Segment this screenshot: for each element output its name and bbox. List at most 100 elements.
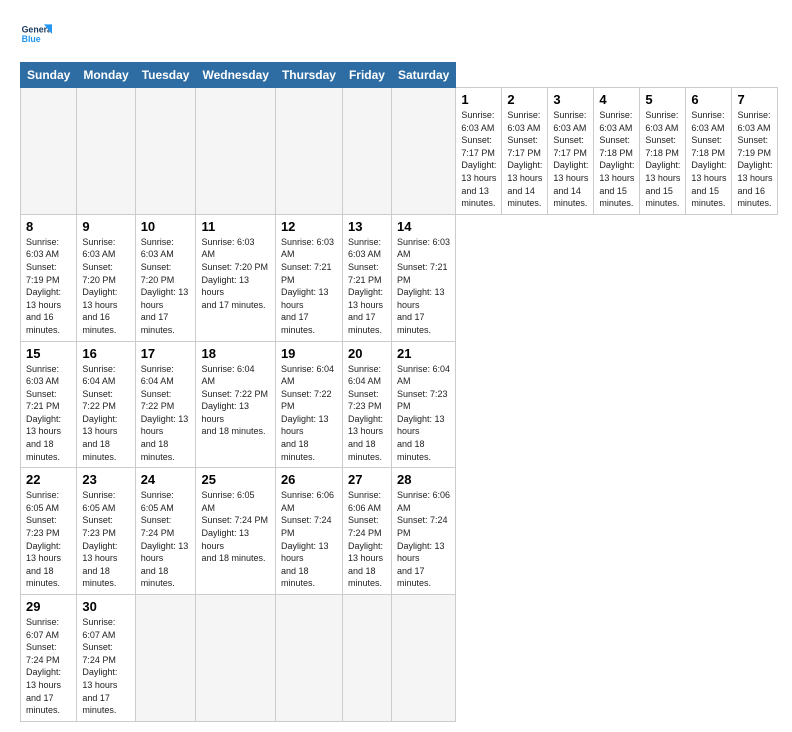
- calendar-cell: 10 Sunrise: 6:03 AMSunset: 7:20 PMDayligh…: [135, 214, 196, 341]
- day-info: Sunrise: 6:03 AMSunset: 7:19 PMDaylight:…: [737, 110, 772, 208]
- day-info: Sunrise: 6:06 AMSunset: 7:24 PMDaylight:…: [348, 490, 383, 588]
- calendar-cell: 26 Sunrise: 6:06 AMSunset: 7:24 PMDayligh…: [275, 468, 342, 595]
- day-number: 15: [26, 346, 71, 361]
- day-info: Sunrise: 6:05 AMSunset: 7:24 PMDaylight:…: [201, 490, 268, 563]
- day-number: 20: [348, 346, 386, 361]
- day-number: 3: [553, 92, 588, 107]
- header: General Blue: [20, 18, 772, 50]
- calendar-cell: 27 Sunrise: 6:06 AMSunset: 7:24 PMDayligh…: [342, 468, 391, 595]
- day-info: Sunrise: 6:07 AMSunset: 7:24 PMDaylight:…: [26, 617, 61, 715]
- day-number: 22: [26, 472, 71, 487]
- day-number: 4: [599, 92, 634, 107]
- day-info: Sunrise: 6:04 AMSunset: 7:23 PMDaylight:…: [397, 364, 450, 462]
- day-info: Sunrise: 6:03 AMSunset: 7:17 PMDaylight:…: [507, 110, 542, 208]
- calendar-cell: 18 Sunrise: 6:04 AMSunset: 7:22 PMDayligh…: [196, 341, 275, 468]
- calendar-table: Sunday Monday Tuesday Wednesday Thursday…: [20, 62, 778, 722]
- day-number: 13: [348, 219, 386, 234]
- calendar-cell: [135, 595, 196, 722]
- day-number: 24: [141, 472, 191, 487]
- day-number: 7: [737, 92, 772, 107]
- day-number: 26: [281, 472, 337, 487]
- calendar-cell: [77, 88, 135, 215]
- calendar-cell: 20 Sunrise: 6:04 AMSunset: 7:23 PMDayligh…: [342, 341, 391, 468]
- day-info: Sunrise: 6:05 AMSunset: 7:23 PMDaylight:…: [26, 490, 61, 588]
- calendar-cell: [342, 88, 391, 215]
- day-info: Sunrise: 6:06 AMSunset: 7:24 PMDaylight:…: [397, 490, 450, 588]
- calendar-cell: 2 Sunrise: 6:03 AMSunset: 7:17 PMDaylight…: [502, 88, 548, 215]
- day-info: Sunrise: 6:03 AMSunset: 7:19 PMDaylight:…: [26, 237, 61, 335]
- calendar-cell: 6 Sunrise: 6:03 AMSunset: 7:18 PMDaylight…: [686, 88, 732, 215]
- day-number: 17: [141, 346, 191, 361]
- weekday-header-row: Sunday Monday Tuesday Wednesday Thursday…: [21, 63, 778, 88]
- logo: General Blue: [20, 18, 52, 50]
- day-number: 25: [201, 472, 269, 487]
- day-info: Sunrise: 6:03 AMSunset: 7:20 PMDaylight:…: [82, 237, 117, 335]
- day-info: Sunrise: 6:03 AMSunset: 7:18 PMDaylight:…: [645, 110, 680, 208]
- day-number: 28: [397, 472, 450, 487]
- calendar-cell: 19 Sunrise: 6:04 AMSunset: 7:22 PMDayligh…: [275, 341, 342, 468]
- calendar-cell: 16 Sunrise: 6:04 AMSunset: 7:22 PMDayligh…: [77, 341, 135, 468]
- calendar-cell: 25 Sunrise: 6:05 AMSunset: 7:24 PMDayligh…: [196, 468, 275, 595]
- day-info: Sunrise: 6:05 AMSunset: 7:23 PMDaylight:…: [82, 490, 117, 588]
- day-number: 19: [281, 346, 337, 361]
- day-info: Sunrise: 6:07 AMSunset: 7:24 PMDaylight:…: [82, 617, 117, 715]
- calendar-cell: [196, 88, 275, 215]
- day-info: Sunrise: 6:03 AMSunset: 7:20 PMDaylight:…: [201, 237, 268, 310]
- day-info: Sunrise: 6:03 AMSunset: 7:18 PMDaylight:…: [691, 110, 726, 208]
- calendar-cell: [21, 88, 77, 215]
- header-sunday: Sunday: [21, 63, 77, 88]
- calendar-cell: 28 Sunrise: 6:06 AMSunset: 7:24 PMDayligh…: [391, 468, 455, 595]
- day-number: 6: [691, 92, 726, 107]
- day-number: 2: [507, 92, 542, 107]
- header-wednesday: Wednesday: [196, 63, 275, 88]
- page: General Blue Sunday Monday Tuesday Wedne…: [0, 0, 792, 732]
- day-info: Sunrise: 6:03 AMSunset: 7:17 PMDaylight:…: [461, 110, 496, 208]
- calendar-cell: 29Sunrise: 6:07 AMSunset: 7:24 PMDayligh…: [21, 595, 77, 722]
- day-info: Sunrise: 6:03 AMSunset: 7:17 PMDaylight:…: [553, 110, 588, 208]
- day-info: Sunrise: 6:03 AMSunset: 7:21 PMDaylight:…: [397, 237, 450, 335]
- day-info: Sunrise: 6:03 AMSunset: 7:21 PMDaylight:…: [348, 237, 383, 335]
- calendar-cell: [342, 595, 391, 722]
- calendar-cell: 14Sunrise: 6:03 AMSunset: 7:21 PMDayligh…: [391, 214, 455, 341]
- day-info: Sunrise: 6:03 AMSunset: 7:21 PMDaylight:…: [281, 237, 334, 335]
- header-friday: Friday: [342, 63, 391, 88]
- day-info: Sunrise: 6:04 AMSunset: 7:22 PMDaylight:…: [281, 364, 334, 462]
- day-number: 18: [201, 346, 269, 361]
- calendar-cell: 4 Sunrise: 6:03 AMSunset: 7:18 PMDaylight…: [594, 88, 640, 215]
- day-info: Sunrise: 6:03 AMSunset: 7:21 PMDaylight:…: [26, 364, 61, 462]
- calendar-cell: 17Sunrise: 6:04 AMSunset: 7:22 PMDayligh…: [135, 341, 196, 468]
- day-info: Sunrise: 6:06 AMSunset: 7:24 PMDaylight:…: [281, 490, 334, 588]
- calendar-cell: [391, 595, 455, 722]
- day-number: 16: [82, 346, 129, 361]
- day-info: Sunrise: 6:03 AMSunset: 7:20 PMDaylight:…: [141, 237, 189, 335]
- calendar-cell: 21 Sunrise: 6:04 AMSunset: 7:23 PMDayligh…: [391, 341, 455, 468]
- calendar-cell: 7 Sunrise: 6:03 AMSunset: 7:19 PMDaylight…: [732, 88, 778, 215]
- day-info: Sunrise: 6:04 AMSunset: 7:23 PMDaylight:…: [348, 364, 383, 462]
- calendar-cell: 5 Sunrise: 6:03 AMSunset: 7:18 PMDaylight…: [640, 88, 686, 215]
- header-saturday: Saturday: [391, 63, 455, 88]
- calendar-cell: 22 Sunrise: 6:05 AMSunset: 7:23 PMDayligh…: [21, 468, 77, 595]
- calendar-cell: 15 Sunrise: 6:03 AMSunset: 7:21 PMDayligh…: [21, 341, 77, 468]
- calendar-cell: 24Sunrise: 6:05 AMSunset: 7:24 PMDayligh…: [135, 468, 196, 595]
- day-number: 1: [461, 92, 496, 107]
- calendar-cell: 11Sunrise: 6:03 AMSunset: 7:20 PMDayligh…: [196, 214, 275, 341]
- svg-text:Blue: Blue: [22, 34, 41, 44]
- day-number: 21: [397, 346, 450, 361]
- day-number: 27: [348, 472, 386, 487]
- day-number: 8: [26, 219, 71, 234]
- calendar-cell: 8 Sunrise: 6:03 AMSunset: 7:19 PMDaylight…: [21, 214, 77, 341]
- logo-icon: General Blue: [20, 18, 52, 50]
- day-number: 9: [82, 219, 129, 234]
- calendar-cell: [275, 595, 342, 722]
- day-number: 5: [645, 92, 680, 107]
- calendar-cell: 1 Sunrise: 6:03 AMSunset: 7:17 PMDaylight…: [456, 88, 502, 215]
- day-number: 23: [82, 472, 129, 487]
- day-info: Sunrise: 6:03 AMSunset: 7:18 PMDaylight:…: [599, 110, 634, 208]
- day-number: 10: [141, 219, 191, 234]
- day-number: 12: [281, 219, 337, 234]
- calendar-cell: [391, 88, 455, 215]
- day-info: Sunrise: 6:04 AMSunset: 7:22 PMDaylight:…: [201, 364, 268, 437]
- calendar-cell: 3 Sunrise: 6:03 AMSunset: 7:17 PMDaylight…: [548, 88, 594, 215]
- day-info: Sunrise: 6:04 AMSunset: 7:22 PMDaylight:…: [82, 364, 117, 462]
- calendar-cell: [196, 595, 275, 722]
